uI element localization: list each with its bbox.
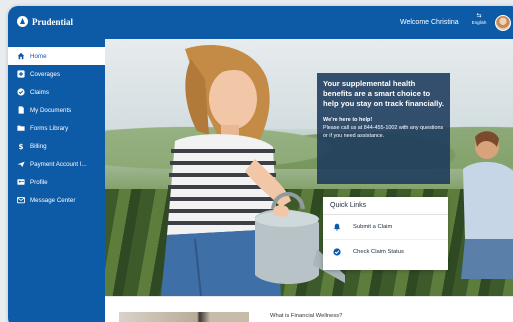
quick-link-label: Submit a Claim [353, 224, 393, 230]
sidebar-item-my-documents[interactable]: My Documents [8, 101, 105, 119]
welcome-message: Welcome Christina [400, 19, 459, 26]
plus-square-icon [17, 70, 25, 78]
avatar[interactable] [495, 15, 511, 31]
svg-text:$: $ [18, 142, 23, 150]
dollar-icon: $ [17, 142, 25, 150]
document-icon [17, 106, 25, 114]
sidebar-item-label: Profile [30, 178, 48, 186]
sidebar-item-coverages[interactable]: Coverages [8, 65, 105, 83]
sidebar-item-profile[interactable]: Profile [8, 173, 105, 191]
translate-icon: ⇆ [476, 13, 482, 19]
sidebar-item-label: Home [30, 52, 47, 60]
sidebar-item-label: Message Center [30, 196, 76, 204]
background-person-illustration [461, 131, 513, 279]
sidebar-nav: Home Coverages Claims My Documents Forms… [8, 39, 105, 322]
sidebar-item-label: Coverages [30, 70, 60, 78]
plane-icon [17, 160, 25, 168]
sidebar-item-forms-library[interactable]: Forms Library [8, 119, 105, 137]
sidebar-item-message-center[interactable]: Message Center [8, 191, 105, 209]
quick-link-submit-claim[interactable]: Submit a Claim [323, 215, 448, 239]
quick-links-title: Quick Links [323, 197, 448, 215]
sidebar-item-label: My Documents [30, 106, 72, 114]
quick-link-check-claim-status[interactable]: Check Claim Status [323, 239, 448, 263]
sidebar-item-home[interactable]: Home [8, 47, 105, 65]
folder-icon [17, 124, 25, 132]
promo-body: Please call us at 844-455-1002 with any … [323, 125, 444, 139]
bell-icon [333, 223, 341, 231]
top-bar: Prudential Welcome Christina ⇆ English [8, 6, 513, 39]
language-label: English [471, 20, 487, 26]
language-selector[interactable]: ⇆ English [470, 13, 488, 26]
wellness-question-link[interactable]: What is Financial Wellness? [270, 313, 342, 319]
quick-links-card: Quick Links Submit a Claim Check Claim S… [323, 197, 448, 270]
profile-card-icon [17, 178, 25, 186]
sidebar-item-label: Billing [30, 142, 47, 150]
promo-panel: Your supplemental health benefits are a … [317, 73, 450, 184]
sidebar-item-payment-account[interactable]: Payment Account I... [8, 155, 105, 173]
brand-logo[interactable]: Prudential [17, 16, 73, 27]
home-icon [17, 52, 25, 60]
sidebar-item-label: Claims [30, 88, 49, 96]
sidebar-item-claims[interactable]: Claims [8, 83, 105, 101]
content-section: What is Financial Wellness? [105, 296, 513, 322]
envelope-icon [17, 196, 25, 204]
sidebar-item-billing[interactable]: $ Billing [8, 137, 105, 155]
hero-banner: Your supplemental health benefits are a … [105, 39, 513, 296]
brand-name: Prudential [32, 16, 74, 27]
sidebar-item-label: Payment Account I... [30, 160, 87, 168]
check-circle-icon [333, 247, 341, 256]
sidebar-item-label: Forms Library [30, 124, 69, 132]
promo-headline: Your supplemental health benefits are a … [323, 79, 444, 108]
app-window: Prudential Welcome Christina ⇆ English H… [8, 6, 513, 322]
quick-link-label: Check Claim Status [353, 248, 404, 255]
hero-girl-watering-illustration [161, 44, 345, 296]
wellness-thumbnail-image [119, 312, 249, 322]
check-circle-icon [17, 88, 25, 96]
promo-subheading: We're here to help! [323, 117, 373, 123]
rock-logo-icon [17, 16, 28, 27]
